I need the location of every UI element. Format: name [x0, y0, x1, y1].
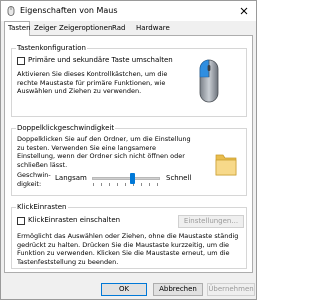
apply-button[interactable]: Übernehmen: [207, 283, 255, 296]
tab-zeigeroptionen[interactable]: Zeigeroptionen: [56, 23, 115, 34]
cancel-button[interactable]: Abbrechen: [153, 283, 203, 296]
swap-buttons-label: Primäre und sekundäre Taste umschalten: [28, 56, 173, 64]
slider-track[interactable]: [92, 177, 160, 180]
slider-tick: [101, 183, 102, 186]
slow-label: Langsam: [55, 174, 87, 182]
slider-tick: [141, 183, 142, 186]
button-config-group: Tastenkonfiguration Primäre und sekundär…: [11, 43, 247, 117]
button-config-title: Tastenkonfiguration: [16, 43, 87, 53]
double-click-group: Doppelklickgeschwindigkeit Doppelklicken…: [11, 123, 247, 196]
speed-label: Geschwin- digkeit:: [17, 171, 51, 188]
window-title: Eigenschaften von Maus: [20, 6, 118, 15]
slider-tick: [109, 183, 110, 186]
slider-tick: [149, 183, 150, 186]
click-lock-title: KlickEinrasten: [16, 202, 68, 212]
slider-tick: [117, 183, 118, 186]
slider-tick: [93, 183, 94, 186]
click-lock-settings-button[interactable]: Einstellungen...: [178, 215, 244, 228]
tab-rad[interactable]: Rad: [109, 23, 128, 34]
ok-button[interactable]: OK: [101, 283, 147, 296]
double-click-description: Doppelklicken Sie auf den Ordner, um die…: [17, 135, 191, 169]
click-lock-label: KlickEinrasten einschalten: [28, 216, 121, 224]
click-lock-checkbox[interactable]: [17, 217, 25, 225]
swap-buttons-checkbox[interactable]: [17, 57, 25, 65]
tab-tasten[interactable]: Tasten: [4, 21, 31, 36]
slider-thumb[interactable]: [130, 173, 135, 184]
click-lock-group: KlickEinrasten KlickEinrasten einschalte…: [11, 202, 247, 269]
tab-hardware[interactable]: Hardware: [133, 23, 173, 34]
test-folder-icon[interactable]: [214, 151, 238, 177]
fast-label: Schnell: [166, 174, 192, 182]
mouse-illustration-icon: [199, 59, 219, 103]
mouse-icon: [7, 6, 15, 16]
speed-slider[interactable]: [92, 171, 160, 189]
slider-tick: [125, 183, 126, 186]
close-icon[interactable]: [237, 4, 251, 18]
button-config-description: Aktivieren Sie dieses Kontrollkästchen, …: [17, 70, 168, 95]
mouse-properties-dialog: Eigenschaften von Maus Tasten Zeiger Zei…: [0, 0, 257, 300]
click-lock-description: Ermöglicht das Auswählen oder Ziehen, oh…: [17, 232, 239, 266]
double-click-title: Doppelklickgeschwindigkeit: [16, 123, 116, 133]
tab-panel: Tastenkonfiguration Primäre und sekundär…: [4, 35, 253, 273]
slider-tick: [157, 183, 158, 186]
title-bar: Eigenschaften von Maus: [1, 1, 256, 21]
